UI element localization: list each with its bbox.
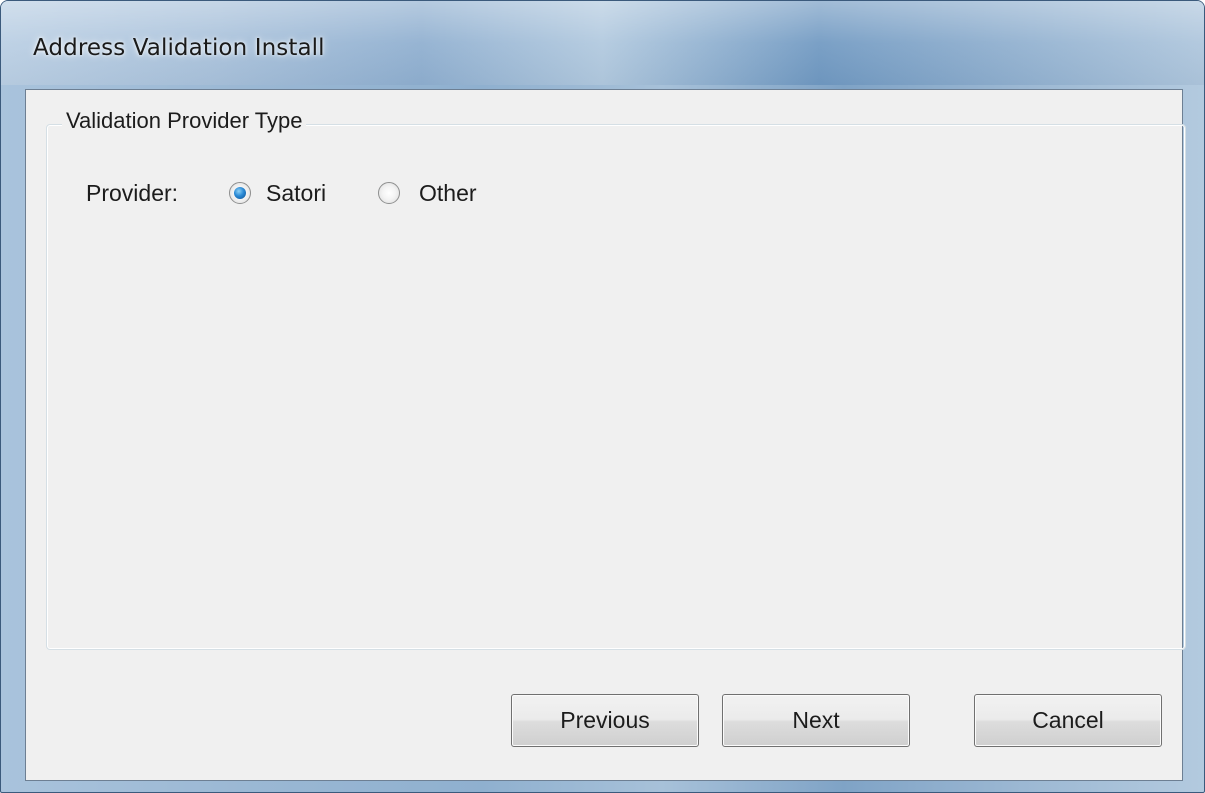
other-radio-button[interactable] [378, 182, 400, 204]
satori-radio-button[interactable] [229, 182, 251, 204]
cancel-button[interactable]: Cancel [974, 694, 1162, 747]
dialog-client-area: Validation Provider Type Provider: Sator… [25, 89, 1186, 781]
window-title: Address Validation Install [33, 35, 325, 61]
dialog-window: Address Validation Install Validation Pr… [0, 0, 1205, 793]
groupbox-legend: Validation Provider Type [62, 108, 307, 134]
satori-radio-label[interactable]: Satori [266, 180, 326, 207]
title-bar[interactable]: Address Validation Install [1, 1, 1204, 85]
previous-button[interactable]: Previous [511, 694, 699, 747]
next-button[interactable]: Next [722, 694, 910, 747]
other-radio-label[interactable]: Other [419, 180, 477, 207]
provider-label: Provider: [86, 180, 179, 206]
provider-type-groupbox [46, 124, 1186, 650]
